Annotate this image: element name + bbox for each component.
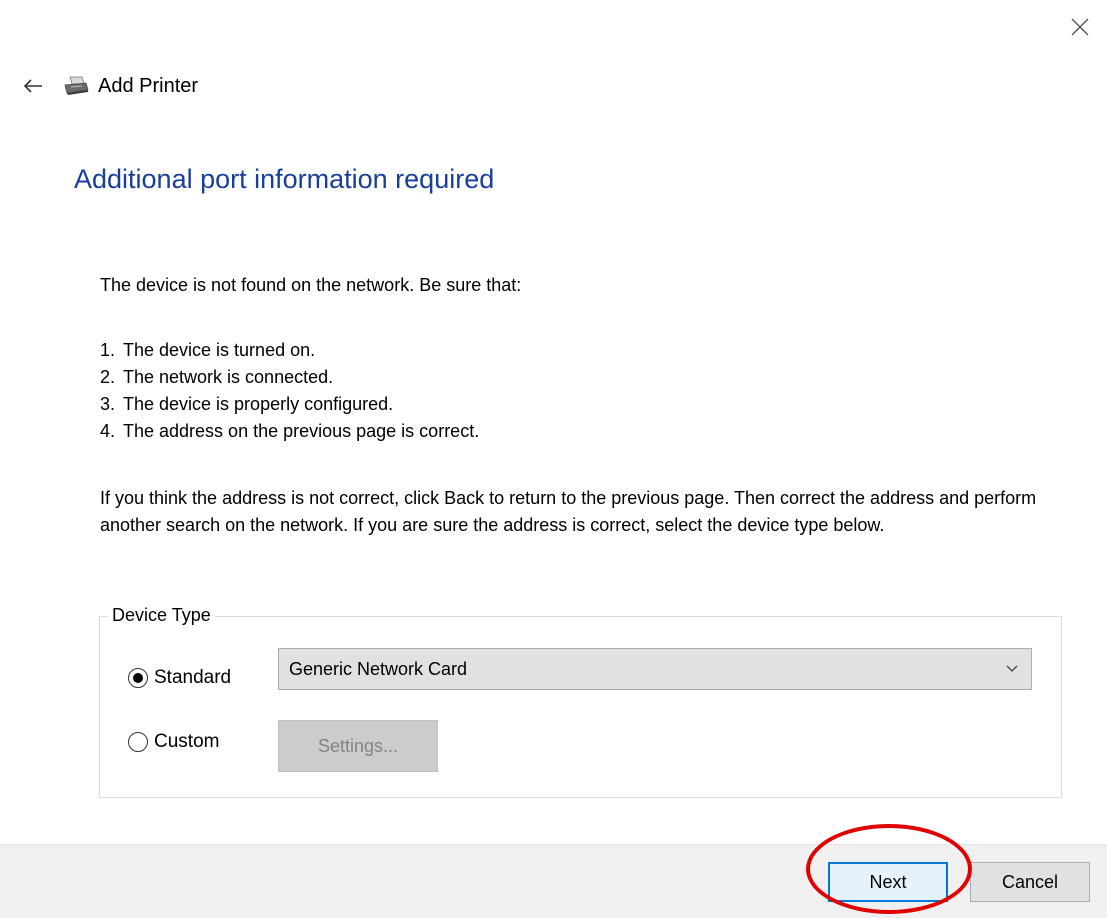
checklist: 1. The device is turned on. 2. The network… [100, 337, 479, 445]
custom-radio[interactable] [128, 732, 148, 752]
wizard-footer: Next Cancel [0, 844, 1107, 918]
close-button[interactable] [1065, 12, 1095, 42]
standard-radio[interactable] [128, 668, 148, 688]
select-value: Generic Network Card [289, 658, 468, 679]
window-title: Add Printer [98, 74, 199, 97]
chevron-down-icon [1006, 665, 1018, 672]
standard-label: Standard [154, 667, 232, 688]
page-heading: Additional port information required [74, 164, 495, 194]
custom-radio-option[interactable]: Custom [128, 731, 219, 753]
standard-radio-option[interactable]: Standard [128, 667, 231, 689]
list-item: 3. The device is properly configured. [100, 394, 394, 414]
device-type-group: Device Type Standard Generic Network Car… [99, 605, 1062, 798]
device-type-select[interactable]: Generic Network Card [278, 648, 1032, 690]
wizard-header: Add Printer [18, 68, 198, 104]
next-button[interactable]: Next [828, 862, 948, 902]
back-button[interactable] [18, 71, 48, 101]
intro-text: The device is not found on the network. … [100, 275, 522, 295]
instruction-paragraph: If you think the address is not correct,… [100, 488, 1037, 535]
device-type-legend: Device Type [108, 605, 215, 626]
settings-button: Settings... [278, 720, 438, 772]
list-item: 1. The device is turned on. [100, 340, 316, 360]
back-arrow-icon [23, 79, 42, 93]
list-item: 2. The network is connected. [100, 367, 334, 387]
add-printer-window: Add Printer Additional port information … [0, 0, 1107, 918]
cancel-button[interactable]: Cancel [970, 862, 1090, 902]
close-icon [1071, 18, 1089, 36]
list-item: 4. The address on the previous page is co… [100, 421, 480, 441]
printer-icon [62, 74, 92, 98]
custom-label: Custom [154, 731, 220, 752]
